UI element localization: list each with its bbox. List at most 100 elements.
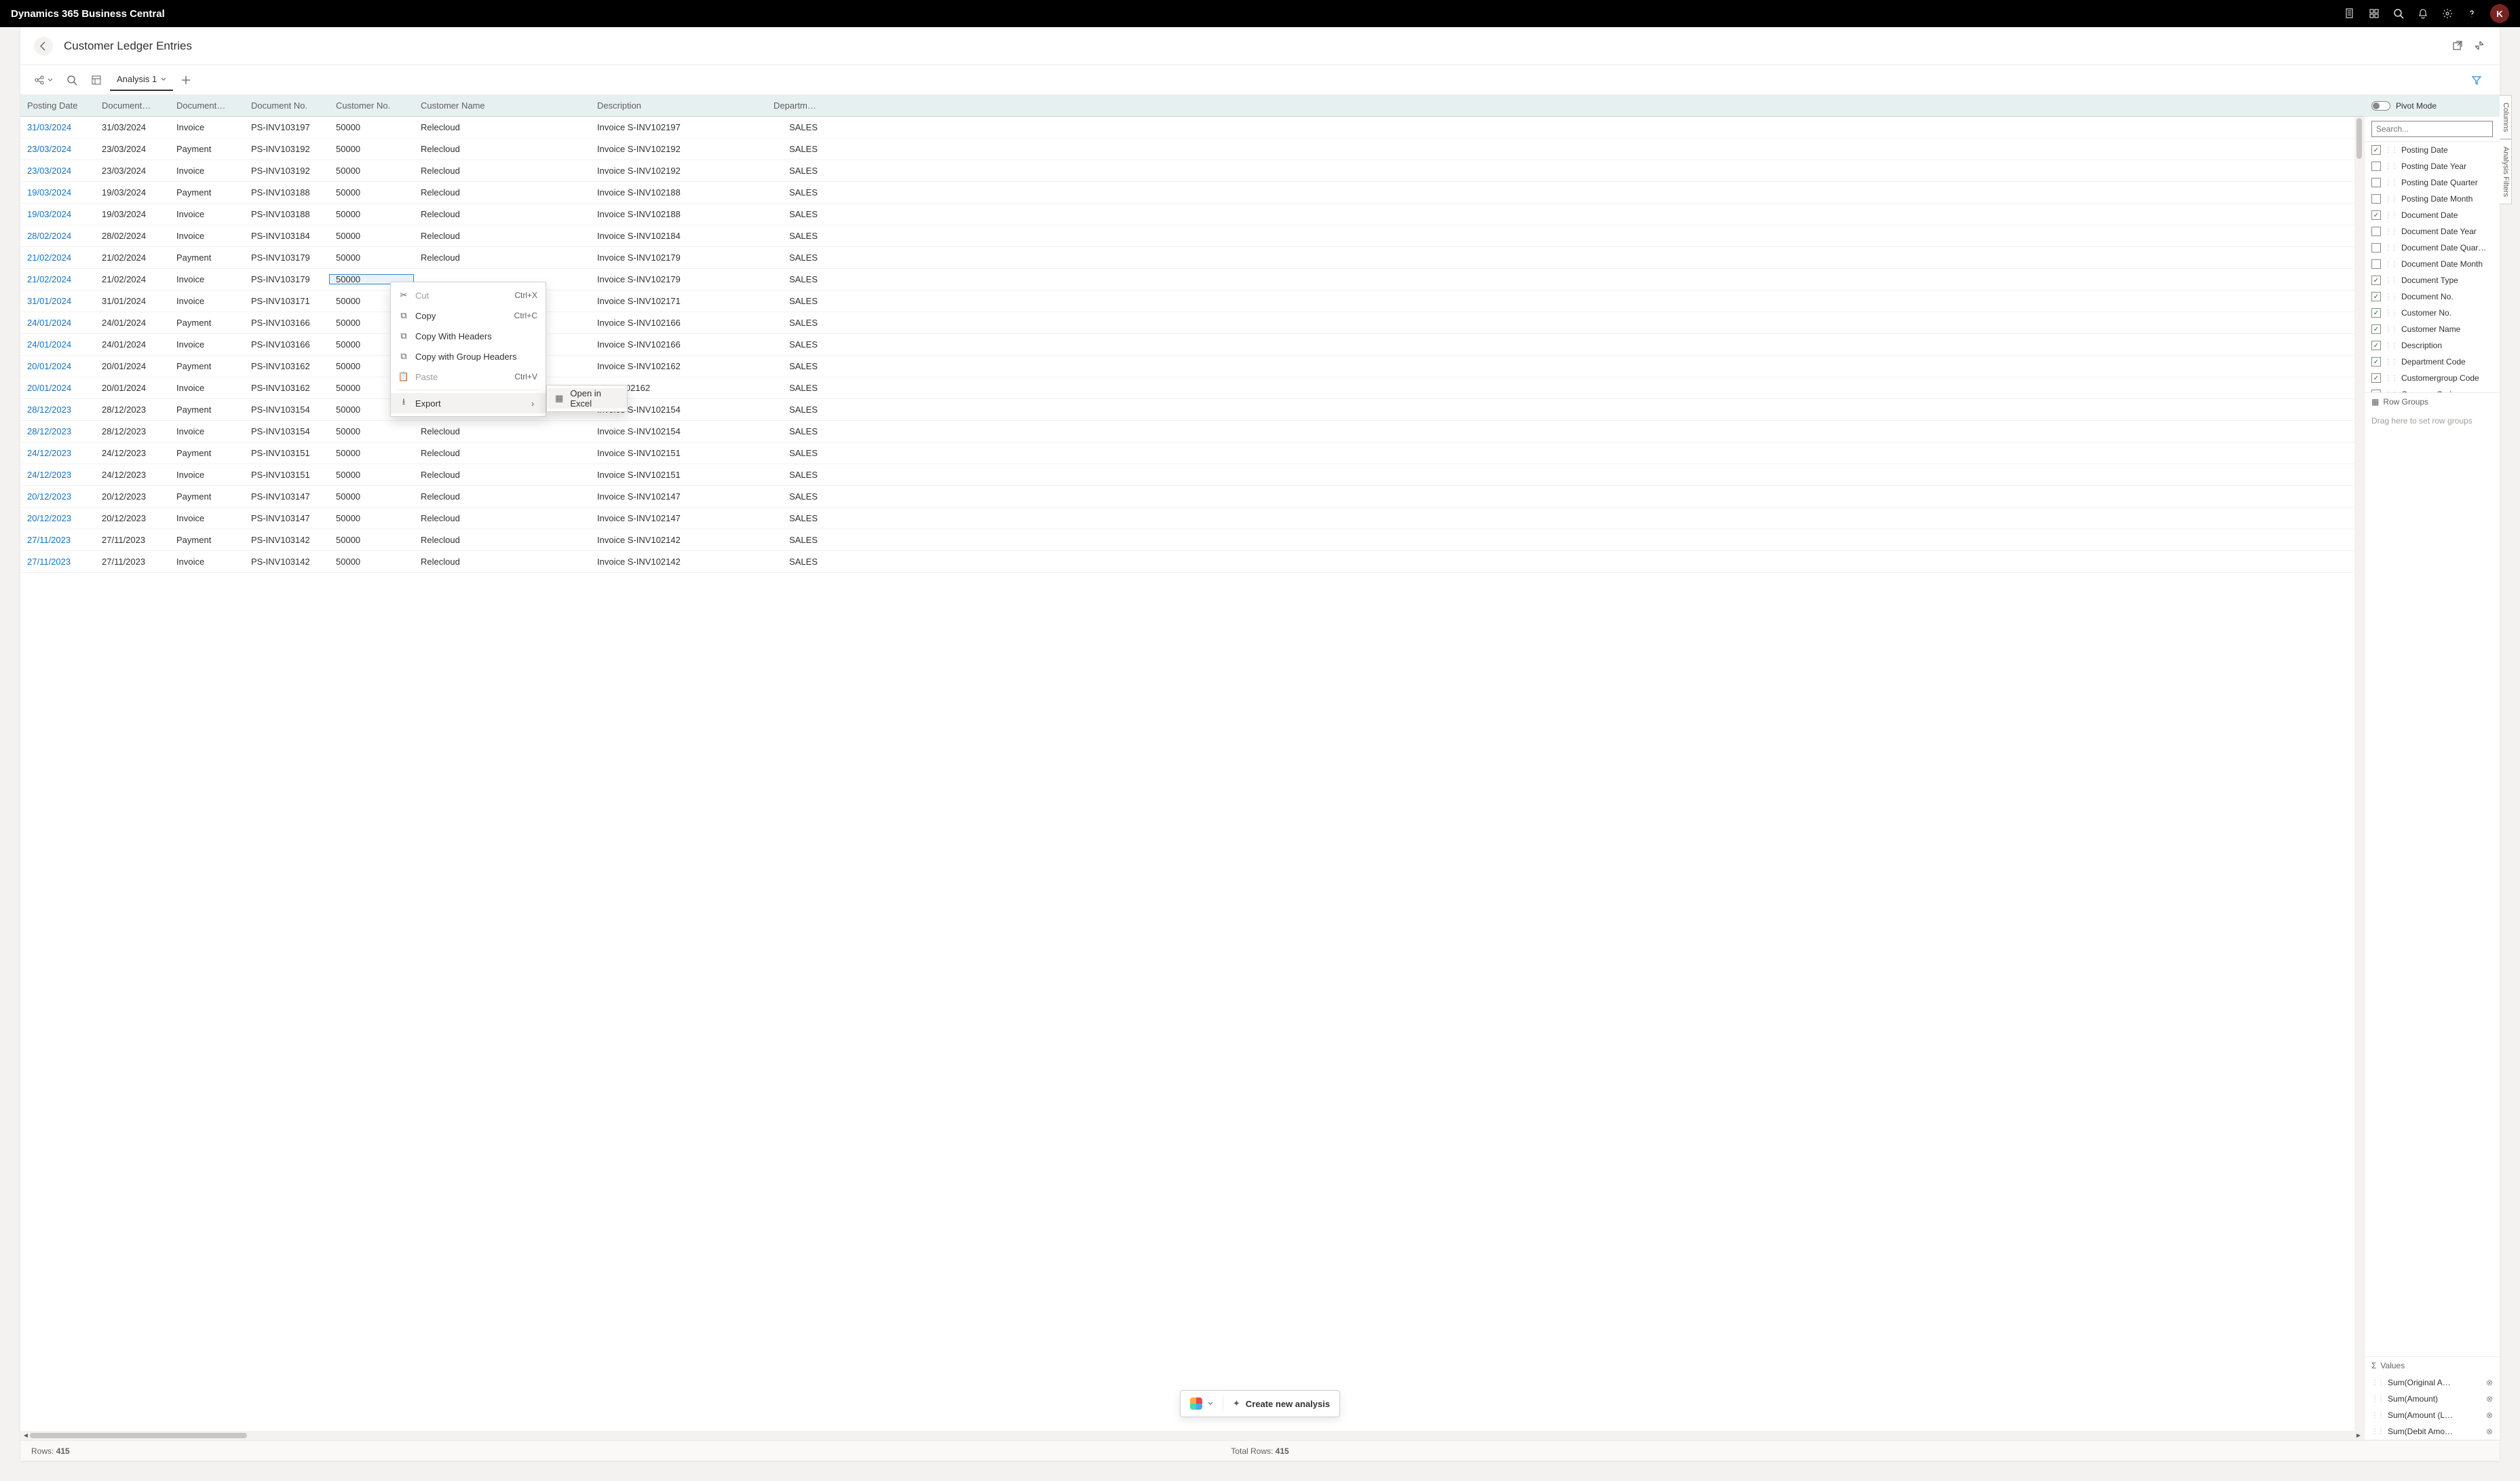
back-button[interactable] [34,37,53,56]
ctx-export[interactable]: ⭳Export › [391,393,546,413]
checkbox[interactable] [2371,373,2381,383]
cell[interactable]: 50000 [329,209,414,219]
field-item[interactable]: ⋮⋮Posting Date Month [2365,191,2500,207]
cell[interactable]: 28/12/2023 [95,426,170,436]
cell[interactable]: PS-INV103162 [244,383,329,393]
cell[interactable]: SALES [767,383,824,393]
cell[interactable]: 19/03/2024 [95,187,170,198]
field-item[interactable]: ⋮⋮Document Date Quar… [2365,240,2500,256]
cell[interactable]: PS-INV103147 [244,513,329,523]
cell[interactable]: Invoice S-INV102142 [590,535,767,545]
drag-handle-icon[interactable]: ⋮⋮ [2385,244,2397,252]
cell[interactable]: Invoice S-INV102151 [590,470,767,480]
value-item[interactable]: ⋮⋮Sum(Debit Amo…⊗ [2365,1423,2500,1440]
field-item[interactable]: ⋮⋮Customergroup Code [2365,370,2500,386]
drag-handle-icon[interactable]: ⋮⋮ [2385,179,2397,187]
table-row[interactable]: 24/12/202324/12/2023PaymentPS-INV1031515… [20,443,2364,464]
field-item[interactable]: ⋮⋮Posting Date [2365,142,2500,158]
cell[interactable]: Relecloud [414,144,590,154]
table-row[interactable]: 23/03/202423/03/2024PaymentPS-INV1031925… [20,138,2364,160]
scroll-left-arrow[interactable]: ◄ [22,1431,30,1440]
field-item[interactable]: ⋮⋮Currency Code [2365,386,2500,393]
drag-handle-icon[interactable]: ⋮⋮ [2385,147,2397,154]
remove-value-button[interactable]: ⊗ [2486,1378,2493,1387]
drag-handle-icon[interactable]: ⋮⋮ [2385,375,2397,382]
cell[interactable]: PS-INV103154 [244,426,329,436]
cell[interactable]: 24/01/2024 [20,339,95,350]
cell[interactable]: SALES [767,318,824,328]
checkbox[interactable] [2371,308,2381,318]
drag-handle-icon[interactable]: ⋮⋮ [2371,1379,2384,1387]
cell[interactable]: SALES [767,513,824,523]
cell[interactable]: PS-INV103188 [244,209,329,219]
field-item[interactable]: ⋮⋮Posting Date Quarter [2365,174,2500,191]
ctx-copy-group-headers[interactable]: ⧉Copy with Group Headers [391,346,546,367]
cell[interactable]: 24/12/2023 [95,448,170,458]
checkbox[interactable] [2371,227,2381,236]
col-header-customer-name[interactable]: Customer Name [414,100,590,111]
collapse-icon[interactable] [2474,40,2486,52]
analysis-mode-button[interactable] [85,69,107,91]
cell[interactable]: 28/12/2023 [95,405,170,415]
cell[interactable]: 31/03/2024 [95,122,170,132]
cell[interactable]: 24/01/2024 [20,318,95,328]
vertical-scroll-thumb[interactable] [2356,118,2362,159]
cell[interactable]: Invoice [170,339,244,350]
table-row[interactable]: 19/03/202419/03/2024PaymentPS-INV1031885… [20,182,2364,204]
document-icon[interactable] [2344,7,2356,20]
table-row[interactable]: 20/12/202320/12/2023PaymentPS-INV1031475… [20,486,2364,508]
ctx-copy[interactable]: ⧉Copy Ctrl+C [391,305,546,326]
cell[interactable]: 27/11/2023 [95,535,170,545]
cell[interactable]: Payment [170,405,244,415]
cell[interactable]: 50000 [329,426,414,436]
cell[interactable]: Invoice [170,274,244,284]
cell[interactable]: 19/03/2024 [20,209,95,219]
scroll-right-arrow[interactable]: ► [2354,1431,2363,1440]
field-item[interactable]: ⋮⋮Posting Date Year [2365,158,2500,174]
cell[interactable]: Payment [170,252,244,263]
checkbox[interactable] [2371,210,2381,220]
bell-icon[interactable] [2417,7,2429,20]
cell[interactable]: Invoice [170,122,244,132]
cell[interactable]: 21/02/2024 [95,274,170,284]
cell[interactable]: 24/01/2024 [95,318,170,328]
cell[interactable]: Invoice S-INV102142 [590,557,767,567]
cell[interactable]: 27/11/2023 [95,557,170,567]
analysis-filters-tab[interactable]: Analysis Filters [2500,139,2512,204]
cell[interactable]: Invoice S-INV102154 [590,426,767,436]
col-header-posting-date[interactable]: Posting Date [20,100,95,111]
cell[interactable]: Invoice [170,557,244,567]
cell[interactable]: Invoice [170,296,244,306]
drag-handle-icon[interactable]: ⋮⋮ [2385,342,2397,350]
cell[interactable]: Relecloud [414,166,590,176]
table-row[interactable]: 28/12/202328/12/2023InvoicePS-INV1031545… [20,421,2364,443]
cell[interactable]: Invoice S-INV102179 [590,252,767,263]
cell[interactable]: Relecloud [414,513,590,523]
field-item[interactable]: ⋮⋮Customer No. [2365,305,2500,321]
drag-handle-icon[interactable]: ⋮⋮ [2385,293,2397,301]
checkbox[interactable] [2371,341,2381,350]
cell[interactable]: 31/03/2024 [20,122,95,132]
cell[interactable]: 21/02/2024 [95,252,170,263]
table-row[interactable]: 24/12/202324/12/2023InvoicePS-INV1031515… [20,464,2364,486]
drag-handle-icon[interactable]: ⋮⋮ [2385,228,2397,236]
value-item[interactable]: ⋮⋮Sum(Amount)⊗ [2365,1391,2500,1407]
cell[interactable]: SALES [767,535,824,545]
cell[interactable]: 20/01/2024 [20,383,95,393]
cell[interactable]: 50000 [329,252,414,263]
drag-handle-icon[interactable]: ⋮⋮ [2371,1412,2384,1419]
cell[interactable]: Invoice S-INV102197 [590,122,767,132]
cell[interactable]: 50000 [329,491,414,502]
table-row[interactable]: 28/12/202328/12/2023PaymentPS-INV1031545… [20,399,2364,421]
cell[interactable]: 24/01/2024 [95,339,170,350]
cell[interactable]: 50000 [329,513,414,523]
cell[interactable]: Relecloud [414,122,590,132]
value-item[interactable]: ⋮⋮Sum(Amount (L…⊗ [2365,1407,2500,1423]
cell[interactable]: 21/02/2024 [20,252,95,263]
ctx-copy-with-headers[interactable]: ⧉Copy With Headers [391,326,546,346]
cell[interactable]: PS-INV103151 [244,448,329,458]
cell[interactable]: 31/01/2024 [95,296,170,306]
drag-handle-icon[interactable]: ⋮⋮ [2385,212,2397,219]
drag-handle-icon[interactable]: ⋮⋮ [2385,163,2397,170]
cell[interactable]: 23/03/2024 [20,144,95,154]
